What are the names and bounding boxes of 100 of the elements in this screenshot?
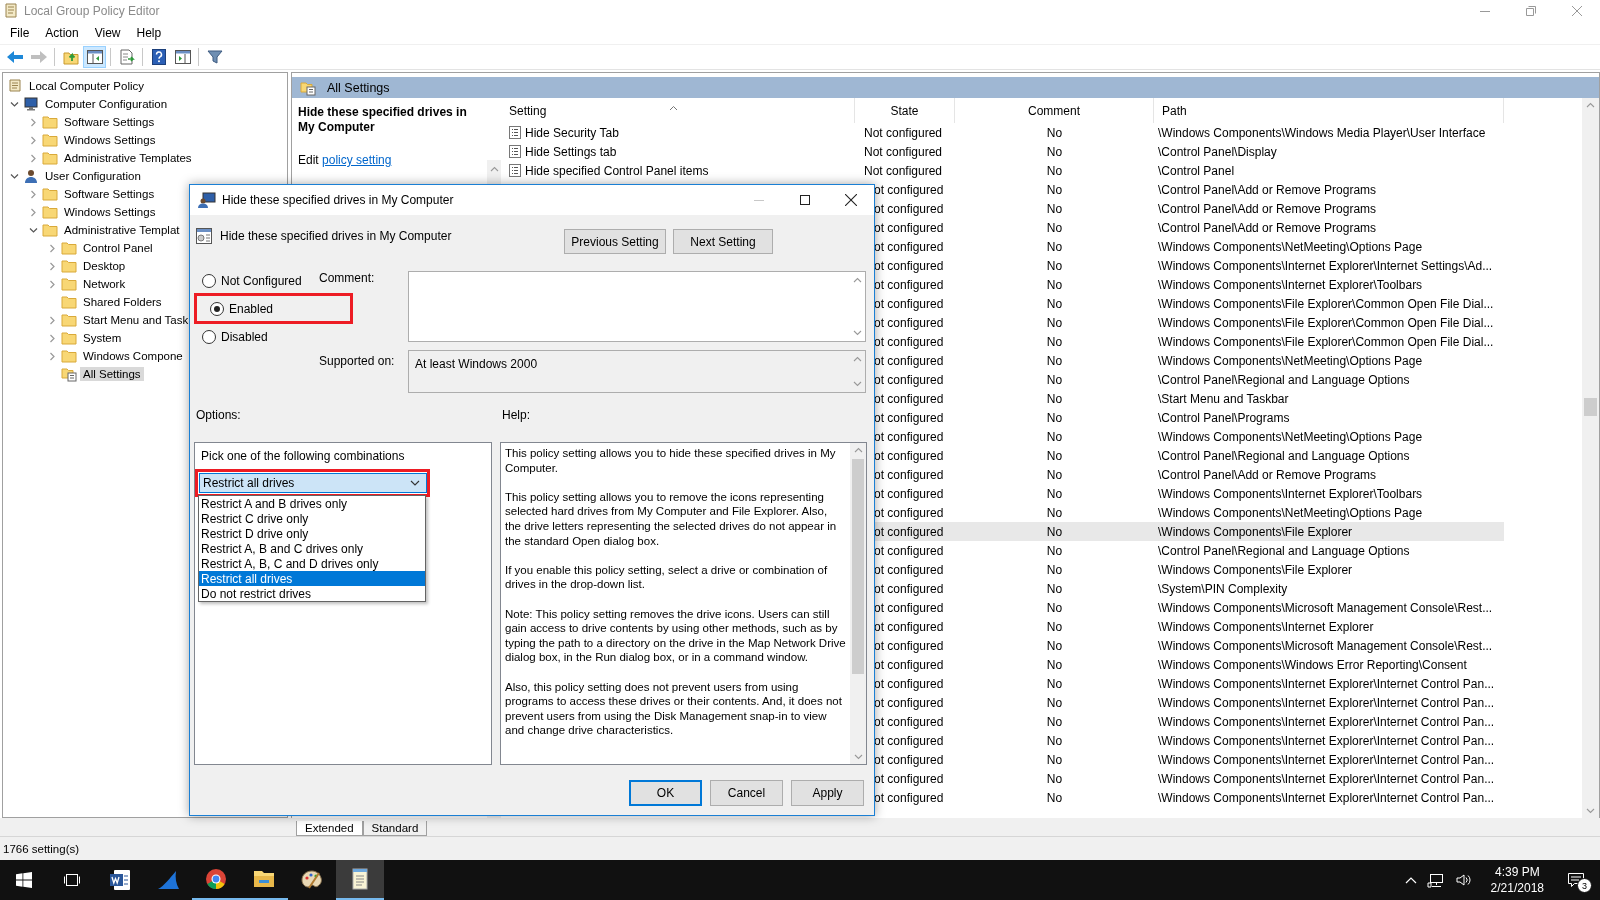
- tree-item[interactable]: Control Panel: [80, 241, 156, 255]
- menu-item[interactable]: Action: [37, 24, 87, 42]
- table-cell-text: \Windows Components\File Explorer\Common Open File Dial...: [1157, 315, 1495, 330]
- action-pane-icon: [174, 50, 191, 64]
- table-row[interactable]: Hide Security Tab Not configured No \Windows Components\Windows Media Player\User Interface: [501, 123, 1504, 142]
- tree-item[interactable]: Software Settings: [61, 115, 158, 129]
- dropdown-option[interactable]: Restrict A, B and C drives only: [199, 541, 425, 556]
- table-cell-text: \Windows Components\NetMeeting\Options Page: [1157, 429, 1424, 444]
- expand-icon[interactable]: [47, 315, 57, 325]
- radio-button[interactable]: Enabled: [202, 298, 282, 319]
- clock-date[interactable]: 2/21/2018: [1490, 880, 1544, 896]
- menu-item[interactable]: Help: [128, 24, 170, 42]
- tree-item[interactable]: Administrative Templates: [61, 151, 195, 165]
- network-icon[interactable]: [1426, 872, 1445, 888]
- collapse-icon[interactable]: [9, 171, 19, 181]
- table-cell: ot configured: [874, 448, 944, 463]
- restore-icon[interactable]: [1526, 6, 1536, 16]
- taskbar-button[interactable]: [336, 860, 384, 900]
- close-icon[interactable]: [845, 194, 857, 206]
- scrollbar[interactable]: [850, 443, 866, 764]
- table-cell: Hide specified Control Panel items: [525, 163, 709, 178]
- setting-icon: [509, 145, 521, 158]
- volume-icon[interactable]: [1454, 872, 1473, 888]
- scrollbar-thumb[interactable]: [852, 459, 864, 674]
- table-cell-text: No: [1045, 752, 1064, 767]
- expand-icon[interactable]: [28, 117, 38, 127]
- table-cell: Not configured: [864, 163, 943, 178]
- expand-icon[interactable]: [47, 279, 57, 289]
- expand-icon[interactable]: [28, 135, 38, 145]
- expand-icon[interactable]: [28, 153, 38, 163]
- table-cell: Not configured: [864, 125, 943, 140]
- collapse-icon[interactable]: [28, 225, 38, 235]
- options-prompt: Pick one of the following combinations: [201, 449, 405, 463]
- expand-icon[interactable]: [28, 189, 38, 199]
- tree-item[interactable]: Windows Settings: [61, 205, 159, 219]
- dropdown-option[interactable]: Restrict A, B, C and D drives only: [199, 556, 425, 571]
- collapse-icon[interactable]: [9, 99, 19, 109]
- tree-item[interactable]: System: [80, 331, 125, 345]
- policy-setting-link[interactable]: policy setting: [322, 153, 392, 167]
- tree-item[interactable]: Local Computer Policy: [26, 79, 148, 93]
- document-app-icon: [108, 868, 132, 892]
- column-header[interactable]: Comment: [1028, 103, 1080, 118]
- tree-item[interactable]: Start Menu and Task: [80, 313, 192, 327]
- tree-item[interactable]: Software Settings: [61, 187, 158, 201]
- folder-icon: [61, 331, 77, 345]
- maximize-icon[interactable]: [800, 195, 810, 205]
- expand-icon[interactable]: [28, 207, 38, 217]
- tree-item[interactable]: User Configuration: [42, 169, 144, 183]
- expand-icon[interactable]: [47, 351, 57, 361]
- tree-item[interactable]: Shared Folders: [80, 295, 165, 309]
- scrollbar-thumb[interactable]: [1584, 398, 1597, 416]
- task-view-icon: [62, 872, 82, 888]
- next-setting-button[interactable]: Next Setting: [673, 229, 773, 254]
- dropdown-option[interactable]: Restrict A and B drives only: [199, 496, 425, 511]
- menu-item[interactable]: File: [2, 24, 38, 42]
- table-cell-text: No: [1045, 239, 1064, 254]
- tree-item[interactable]: Computer Configuration: [42, 97, 171, 111]
- table-cell-text: \Windows Components\Internet Explorer\Internet Control Pan...: [1157, 714, 1496, 729]
- dialog-button[interactable]: Cancel: [710, 780, 783, 806]
- table-cell-text: No: [1045, 600, 1064, 615]
- column-header[interactable]: Setting: [509, 103, 547, 118]
- comment-field[interactable]: [408, 271, 866, 342]
- help-paragraph: Also, this policy setting does not prevent users from using programs to access these drives or their contents. And, it does not prevent users from using the Disk Management snap-in to view and change drive characteristics.: [505, 679, 843, 738]
- dropdown[interactable]: Restrict all drives: [199, 473, 427, 493]
- chevron-up-icon[interactable]: [1404, 876, 1417, 884]
- dropdown-option[interactable]: Restrict C drive only: [199, 511, 425, 526]
- tree-item[interactable]: Windows Compone: [80, 349, 186, 363]
- table-cell-text: \Windows Components\Internet Explorer\Internet Control Pan...: [1157, 733, 1496, 748]
- tree-item[interactable]: All Settings: [80, 367, 144, 381]
- dialog-button[interactable]: OK: [629, 780, 702, 806]
- tree-item[interactable]: Network: [80, 277, 129, 291]
- column-header[interactable]: State: [890, 103, 919, 118]
- menu-item[interactable]: View: [86, 24, 129, 42]
- view-tab[interactable]: Standard: [362, 821, 428, 836]
- tree-item[interactable]: Windows Settings: [61, 133, 159, 147]
- scrollbar[interactable]: [1582, 98, 1599, 818]
- previous-setting-button[interactable]: Previous Setting: [564, 229, 666, 254]
- column-header[interactable]: Path: [1162, 103, 1187, 118]
- table-row[interactable]: Hide Settings tab Not configured No \Control Panel\Display: [501, 142, 1504, 161]
- expand-icon[interactable]: [47, 333, 57, 343]
- dropdown-option[interactable]: Do not restrict drives: [199, 586, 425, 601]
- table-cell: ot configured: [874, 486, 944, 501]
- settings-folder-icon: [61, 366, 77, 382]
- tree-item[interactable]: Desktop: [80, 259, 129, 273]
- table-cell-text: No: [1045, 429, 1064, 444]
- notification-icon[interactable]: [1567, 872, 1585, 888]
- user-icon: [23, 168, 39, 184]
- clock-time[interactable]: 4:39 PM: [1494, 864, 1540, 880]
- radio-button[interactable]: Disabled: [194, 327, 319, 347]
- toolbar-button[interactable]: [83, 46, 106, 68]
- expand-icon[interactable]: [47, 261, 57, 271]
- dropdown-option[interactable]: Restrict D drive only: [199, 526, 425, 541]
- table-row[interactable]: Hide specified Control Panel items Not configured No \Control Panel: [501, 161, 1504, 180]
- radio-button[interactable]: Not Configured: [194, 271, 319, 291]
- tree-item[interactable]: Administrative Templat: [61, 223, 183, 237]
- dialog-button[interactable]: Apply: [791, 780, 864, 806]
- view-tab[interactable]: Extended: [296, 821, 363, 836]
- dropdown-option[interactable]: Restrict all drives: [199, 571, 425, 586]
- expand-icon[interactable]: [47, 243, 57, 253]
- table-cell-text: \Control Panel\Regional and Language Options: [1157, 372, 1411, 387]
